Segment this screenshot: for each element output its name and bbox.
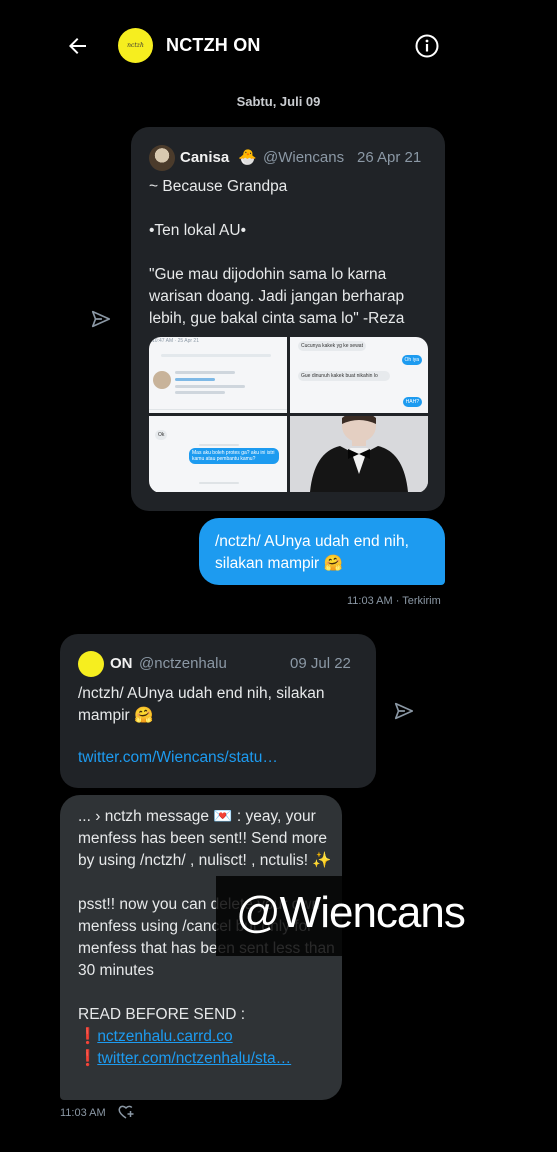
media-image-4[interactable] xyxy=(290,416,428,492)
suit-photo xyxy=(290,416,428,492)
quoted-tweet-date: 26 Apr 21 xyxy=(357,149,422,166)
message-timestamp: 11:03 AM xyxy=(60,1107,106,1119)
share-dm-icon xyxy=(394,702,414,720)
media-image-2[interactable]: Cucunya kakek yg ke sewat Oh iya Gue din… xyxy=(290,337,428,413)
add-reaction-icon xyxy=(118,1105,134,1119)
quoted-tweet-handle: @Wiencans xyxy=(263,149,345,166)
add-reaction-button[interactable] xyxy=(117,1103,135,1121)
quoted-tweet-text: /nctzh/ AUnya udah end nih, silakan mamp… xyxy=(78,685,329,724)
conversation-title[interactable]: NCTZH ON xyxy=(166,35,261,56)
image-text: Gue dinunuh kakek buat nikahin lo xyxy=(298,371,390,381)
exclamation-icon: ❗ xyxy=(78,1050,98,1067)
message-link[interactable]: nctzenhalu.carrd.co xyxy=(97,1028,232,1045)
quoted-tweet-author-name: ON xyxy=(110,655,133,672)
image-text: HAH? xyxy=(402,397,422,407)
back-button[interactable] xyxy=(60,30,96,62)
quoted-tweet-text: ~ Because Grandpa •Ten lokal AU• "Gue ma… xyxy=(149,178,405,327)
image-text: Ok xyxy=(155,430,168,440)
back-arrow-icon xyxy=(69,38,86,54)
message-link[interactable]: twitter.com/nctzenhalu/sta… xyxy=(97,1050,291,1067)
image-text: 10:47 AM · 25 Apr 21 xyxy=(152,338,199,344)
sent-message-bubble[interactable]: /nctzh/ AUnya udah end nih, silakan mamp… xyxy=(199,518,445,585)
quoted-tweet-date: 09 Jul 22 xyxy=(290,655,351,672)
share-button[interactable] xyxy=(90,308,112,335)
message-paragraph: READ BEFORE SEND : xyxy=(78,1006,246,1023)
image-text: Cucunya kakek yg ke sewat xyxy=(298,341,366,351)
quoted-tweet-author-name: Canisa xyxy=(180,149,230,166)
media-image-1[interactable]: 10:47 AM · 25 Apr 21 xyxy=(149,337,287,413)
media-image-3[interactable]: Ok Mas aku boleh protes ga? aku ini istr… xyxy=(149,416,287,492)
quoted-tweet-media[interactable]: 10:47 AM · 25 Apr 21 Cucunya kakek yg ke… xyxy=(149,337,428,493)
conversation-avatar[interactable]: nctzh xyxy=(118,28,153,63)
message-status: 11:03 AM · Terkirim xyxy=(347,595,441,607)
author-emoji: 🐣 xyxy=(238,149,257,166)
watermark: @Wiencans xyxy=(236,888,466,937)
share-button[interactable] xyxy=(393,700,415,727)
image-text: Oh iya xyxy=(401,355,422,365)
avatar-logo-text: nctzh xyxy=(127,42,144,49)
share-dm-icon xyxy=(91,310,111,328)
avatar xyxy=(78,651,104,677)
message-paragraph: ... › nctzh message 💌 : yeay, your menfe… xyxy=(78,808,332,869)
conversation-info-button[interactable] xyxy=(413,32,441,60)
quoted-tweet-handle: @nctzenhalu xyxy=(139,655,227,672)
avatar xyxy=(149,145,175,171)
quoted-tweet-link[interactable]: twitter.com/Wiencans/statu… xyxy=(78,749,278,767)
date-divider: Sabtu, Juli 09 xyxy=(236,94,321,109)
exclamation-icon: ❗ xyxy=(78,1028,98,1045)
image-text: Mas aku boleh protes ga? aku ini istri k… xyxy=(189,448,279,464)
info-icon xyxy=(415,34,439,58)
